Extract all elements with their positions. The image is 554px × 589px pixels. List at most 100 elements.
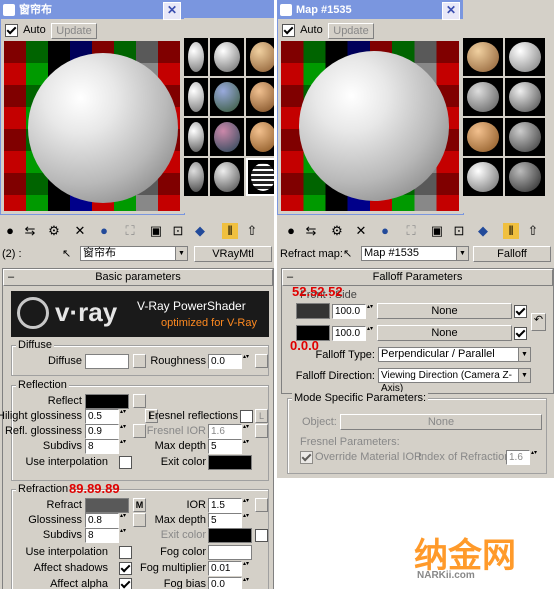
falloff-direction-dropdown[interactable]: Viewing Direction (Camera Z-Axis) ▼ — [378, 368, 531, 394]
ior-map-button[interactable] — [255, 498, 268, 512]
put-to-scene-icon[interactable]: ⇆ — [303, 223, 319, 239]
close-icon[interactable]: ✕ — [163, 2, 181, 20]
hilight-glossiness-spinner[interactable]: 0.5 — [85, 409, 127, 424]
sample-slot[interactable] — [184, 118, 208, 156]
sample-slot[interactable] — [210, 118, 244, 156]
make-unique-icon[interactable]: ⛶ — [122, 223, 138, 239]
put-to-scene-icon[interactable]: ⇆ — [22, 223, 38, 239]
refr-glossiness-map-button[interactable] — [133, 513, 146, 527]
refl-exit-color-swatch[interactable] — [208, 455, 252, 470]
material-id-icon[interactable]: ⊡ — [451, 223, 467, 239]
diffuse-map-button[interactable] — [133, 354, 146, 368]
assign-material-icon[interactable]: ⚙ — [46, 223, 62, 239]
pick-material-icon[interactable]: ↖ — [62, 247, 71, 260]
make-copy-icon[interactable]: ● — [96, 223, 112, 239]
fresnel-ior-map-button[interactable] — [255, 424, 268, 438]
assign-material-icon[interactable]: ⚙ — [329, 223, 345, 239]
front-map-button[interactable]: None — [377, 303, 512, 319]
sample-slot[interactable] — [210, 78, 244, 116]
make-copy-icon[interactable]: ● — [377, 223, 393, 239]
sample-slot[interactable] — [463, 118, 503, 156]
right-update-button[interactable]: Update — [328, 23, 374, 39]
material-name-field[interactable]: 窗帘布 ▼ — [80, 246, 188, 261]
swap-colors-icon[interactable]: ↶ — [531, 313, 546, 331]
sample-slot[interactable] — [184, 78, 208, 116]
refr-exit-color-swatch[interactable] — [208, 528, 252, 543]
material-type-button[interactable]: VRayMtl — [194, 246, 272, 262]
rollout-header[interactable]: – Basic parameters — [3, 269, 273, 286]
refract-color-swatch[interactable] — [85, 498, 129, 513]
side-color-swatch[interactable] — [296, 325, 330, 341]
sample-slot[interactable] — [210, 158, 244, 196]
roughness-spinner[interactable]: 0.0 — [208, 354, 250, 369]
sample-slot[interactable] — [463, 38, 503, 76]
fog-bias-spinner[interactable]: 0.0 — [208, 577, 250, 589]
sample-slot[interactable] — [463, 158, 503, 196]
fresnel-ior-spinner[interactable]: 1.6 — [208, 424, 250, 439]
reset-map-icon[interactable]: ✕ — [353, 223, 369, 239]
close-icon[interactable]: ✕ — [442, 2, 460, 20]
map-name-field[interactable]: Map #1535 ▼ — [361, 246, 469, 261]
sample-slot-selected[interactable] — [246, 158, 274, 196]
ior-spinner[interactable]: 1.5 — [208, 498, 250, 513]
reflect-map-button[interactable] — [133, 394, 146, 408]
reset-map-icon[interactable]: ✕ — [72, 223, 88, 239]
refl-use-interpolation-checkbox[interactable] — [119, 456, 132, 469]
show-map-icon[interactable]: ◆ — [192, 223, 208, 239]
front-amount-spinner[interactable]: 100.0 — [332, 304, 374, 319]
side-amount-spinner[interactable]: 100.0 — [332, 326, 374, 341]
sample-slot[interactable] — [505, 118, 545, 156]
get-material-icon[interactable]: ● — [2, 223, 18, 239]
side-map-checkbox[interactable] — [514, 327, 527, 340]
fresnel-reflections-checkbox[interactable] — [240, 410, 253, 423]
roughness-map-button[interactable] — [255, 354, 268, 368]
sample-slot[interactable] — [505, 78, 545, 116]
refr-max-depth-spinner[interactable]: 5 — [208, 513, 250, 528]
falloff-type-dropdown[interactable]: Perpendicular / Parallel ▼ — [378, 347, 531, 362]
fresnel-lock-button[interactable]: L — [255, 409, 268, 423]
override-ior-checkbox[interactable] — [300, 451, 313, 464]
right-auto-checkbox[interactable]: Auto — [282, 24, 323, 37]
refl-glossiness-spinner[interactable]: 0.9 — [85, 424, 127, 439]
sample-slot[interactable] — [505, 38, 545, 76]
object-pick-button[interactable]: None — [340, 414, 542, 430]
show-end-result-icon[interactable]: ‖ — [503, 223, 519, 239]
go-to-parent-icon[interactable]: ⇧ — [525, 223, 541, 239]
sample-slot[interactable] — [246, 38, 274, 76]
sample-slot[interactable] — [505, 158, 545, 196]
map-type-button[interactable]: Falloff — [473, 246, 551, 262]
sample-slot[interactable] — [210, 38, 244, 76]
refl-max-depth-spinner[interactable]: 5 — [208, 439, 250, 454]
sample-slot[interactable] — [184, 38, 208, 76]
refr-use-interpolation-checkbox[interactable] — [119, 546, 132, 559]
sample-slot[interactable] — [463, 78, 503, 116]
sample-slot[interactable] — [246, 78, 274, 116]
fog-multiplier-spinner[interactable]: 0.01 — [208, 561, 250, 576]
make-unique-icon[interactable]: ⛶ — [403, 223, 419, 239]
material-id-icon[interactable]: ⊡ — [170, 223, 186, 239]
index-of-refraction-spinner[interactable]: 1.6 — [506, 450, 538, 465]
front-color-swatch[interactable] — [296, 303, 330, 319]
left-auto-checkbox[interactable]: Auto — [5, 24, 46, 37]
diffuse-color-swatch[interactable] — [85, 354, 129, 369]
sample-slot[interactable] — [246, 118, 274, 156]
side-map-button[interactable]: None — [377, 325, 512, 341]
refl-glossiness-map-button[interactable] — [133, 424, 146, 438]
affect-shadows-checkbox[interactable] — [119, 562, 132, 575]
put-to-library-icon[interactable]: ▣ — [148, 223, 164, 239]
pick-material-icon[interactable]: ↖ — [343, 247, 352, 260]
front-map-checkbox[interactable] — [514, 305, 527, 318]
show-map-icon[interactable]: ◆ — [475, 223, 491, 239]
reflect-color-swatch[interactable] — [85, 394, 129, 409]
refr-exit-color-checkbox[interactable] — [255, 529, 268, 542]
refract-map-button[interactable]: M — [133, 498, 146, 512]
refl-subdivs-spinner[interactable]: 8 — [85, 439, 127, 454]
left-update-button[interactable]: Update — [51, 23, 97, 39]
fog-color-swatch[interactable] — [208, 545, 252, 560]
refr-glossiness-spinner[interactable]: 0.8 — [85, 513, 127, 528]
get-material-icon[interactable]: ● — [283, 223, 299, 239]
show-end-result-icon[interactable]: ‖ — [222, 223, 238, 239]
put-to-library-icon[interactable]: ▣ — [429, 223, 445, 239]
sample-slot[interactable] — [184, 158, 208, 196]
go-to-parent-icon[interactable]: ⇧ — [244, 223, 260, 239]
